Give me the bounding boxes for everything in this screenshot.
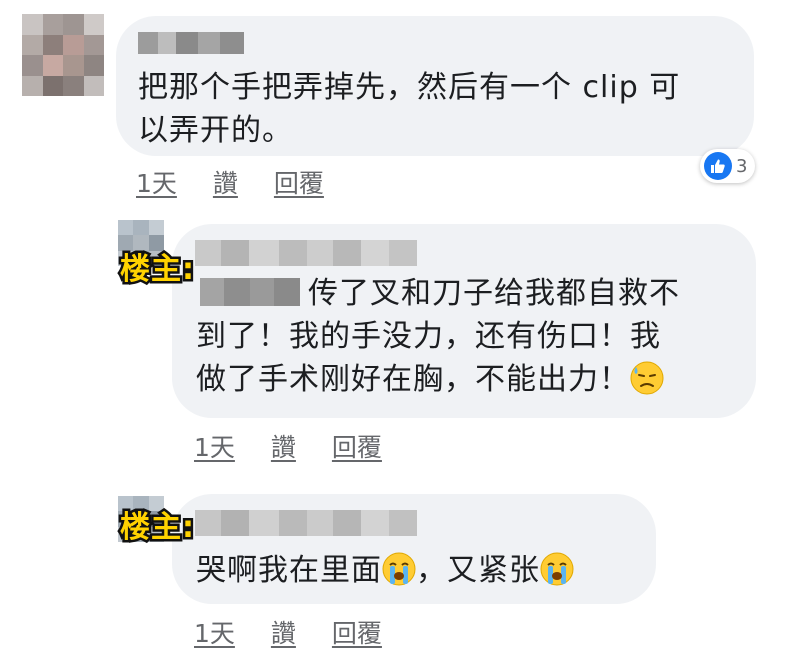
comment-actions: 1天 讚 回覆 [194, 428, 382, 464]
reply-button[interactable]: 回覆 [274, 164, 324, 200]
like-button[interactable]: 讚 [271, 614, 296, 650]
comment-text-segment: 做了手术刚好在胸，不能出力！ [196, 362, 630, 397]
like-icon [704, 152, 732, 180]
comment-actions: 1天 讚 回覆 [136, 164, 324, 200]
like-button[interactable]: 讚 [271, 428, 296, 464]
commenter-name-blurred[interactable] [138, 32, 244, 54]
like-button[interactable]: 讚 [213, 164, 238, 200]
avatar[interactable] [22, 14, 104, 96]
comment-text-line: 传了叉和刀子给我都自救不 [196, 272, 748, 315]
comment-text-line: 到了！我的手没力，还有伤口！我 [196, 319, 661, 354]
commenter-name-blurred[interactable] [195, 510, 417, 536]
timestamp-link[interactable]: 1天 [194, 614, 235, 650]
comment-text: 哭啊我在里面 ，又紧张 [196, 549, 646, 592]
downcast-sweat-face-emoji [630, 361, 664, 395]
reaction-count[interactable]: 3 [700, 149, 756, 183]
reply-button[interactable]: 回覆 [332, 614, 382, 650]
reply-button[interactable]: 回覆 [332, 428, 382, 464]
timestamp-link[interactable]: 1天 [136, 164, 177, 200]
loudly-crying-face-emoji [540, 552, 574, 586]
commenter-name-blurred[interactable] [195, 240, 417, 266]
comment-text-segment: 哭啊我在里面 [196, 553, 382, 588]
comment-text-segment: 传了叉和刀子给我都自救不 [308, 276, 680, 311]
comment-text-line: 把那个手把弄掉先，然后有一个 clip 可 [138, 70, 681, 105]
comment-text: 把那个手把弄掉先，然后有一个 clip 可 以弄开的。 [138, 66, 738, 152]
loudly-crying-face-emoji [382, 552, 416, 586]
reaction-count-label: 3 [736, 155, 748, 177]
op-tag: 楼主: [118, 250, 197, 290]
comment-text: 传了叉和刀子给我都自救不 到了！我的手没力，还有伤口！我 做了手术刚好在胸，不能… [196, 272, 748, 401]
comment-text-segment: ，又紧张 [416, 553, 540, 588]
op-tag: 楼主: [118, 508, 197, 548]
comment-text-line: 做了手术刚好在胸，不能出力！ [196, 358, 748, 401]
comment-text-line: 以弄开的。 [138, 113, 293, 148]
timestamp-link[interactable]: 1天 [194, 428, 235, 464]
comment-actions: 1天 讚 回覆 [194, 614, 382, 650]
